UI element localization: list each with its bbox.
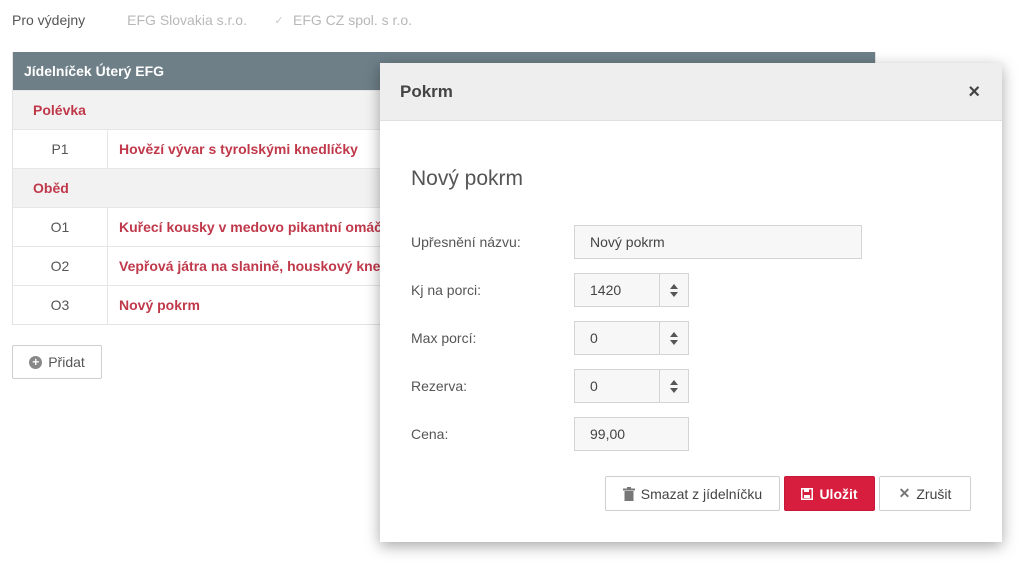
dish-name-link[interactable]: Vepřová játra na slanině, houskový knedl… [108,247,405,285]
dish-name-link[interactable]: Nový pokrm [108,286,200,324]
kj-input[interactable]: 1420 [575,274,659,306]
name-field-label: Upřesnění názvu: [411,234,521,250]
add-dish-button[interactable]: + Přidat [12,345,102,379]
add-dish-label: Přidat [48,354,85,370]
plus-circle-icon: + [29,355,43,369]
modal-title: Pokrm [400,81,453,101]
cross-icon: ✕ [898,485,911,501]
save-button[interactable]: Uložit [784,476,875,511]
outlet-label: EFG Slovakia s.r.o. [127,12,247,28]
kj-field-row: Kj na porci: 1420 [411,273,689,307]
dish-name-link[interactable]: Kuřecí kousky v medovo pikantní omáčce [108,208,398,246]
max-input[interactable]: 0 [575,322,659,354]
dish-name-link[interactable]: Hovězí vývar s tyrolskými knedlíčky [108,130,358,168]
dish-code: O3 [13,286,108,324]
dish-code: O2 [13,247,108,285]
outlet-label: EFG CZ spol. s r.o. [292,12,413,28]
price-field-label: Cena: [411,426,449,442]
kj-stepper[interactable]: 1420 [574,273,689,307]
checkmark-icon[interactable]: ✓ [273,14,285,27]
dish-code: P1 [13,130,108,168]
floppy-disk-icon [801,487,814,500]
price-field-row: Cena: 99,00 [411,417,689,451]
form-heading: Nový pokrm [411,167,524,190]
reserve-field-label: Rezerva: [411,378,468,394]
trash-icon [622,486,635,501]
reserve-field-row: Rezerva: 0 [411,369,689,403]
close-icon[interactable]: × [968,82,980,102]
dish-code: O1 [13,208,108,246]
delete-from-menu-button[interactable]: Smazat z jídelníčku [605,476,780,511]
name-field-row: Upřesnění názvu: Nový pokrm [411,225,862,259]
dish-modal: Pokrm × Nový pokrm Upřesnění názvu: Nový… [380,63,1002,542]
spinner-arrows-icon[interactable] [659,370,688,402]
delete-label: Smazat z jídelníčku [640,485,763,502]
spinner-arrows-icon[interactable] [659,274,688,306]
save-label: Uložit [819,485,858,502]
spinner-arrows-icon[interactable] [659,322,688,354]
cancel-button[interactable]: ✕ Zrušit [879,476,971,511]
name-input[interactable]: Nový pokrm [574,225,862,259]
max-field-label: Max porcí: [411,330,477,346]
reserve-input[interactable]: 0 [575,370,659,402]
price-input[interactable]: 99,00 [574,417,689,451]
max-stepper[interactable]: 0 [574,321,689,355]
outlet-checkbox-slovakia[interactable]: EFG Slovakia s.r.o. [107,12,247,28]
cancel-label: Zrušit [916,485,952,502]
outlet-checkbox-cz[interactable]: ✓ EFG CZ spol. s r.o. [273,12,412,28]
reserve-stepper[interactable]: 0 [574,369,689,403]
checkbox-unchecked-icon[interactable] [107,14,119,26]
modal-header: Pokrm × [380,63,1002,121]
outlet-filter: Pro výdejny EFG Slovakia s.r.o. ✓ EFG CZ… [12,10,438,30]
max-field-row: Max porcí: 0 [411,321,689,355]
outlet-filter-label: Pro výdejny [12,12,86,28]
kj-field-label: Kj na porci: [411,282,482,298]
